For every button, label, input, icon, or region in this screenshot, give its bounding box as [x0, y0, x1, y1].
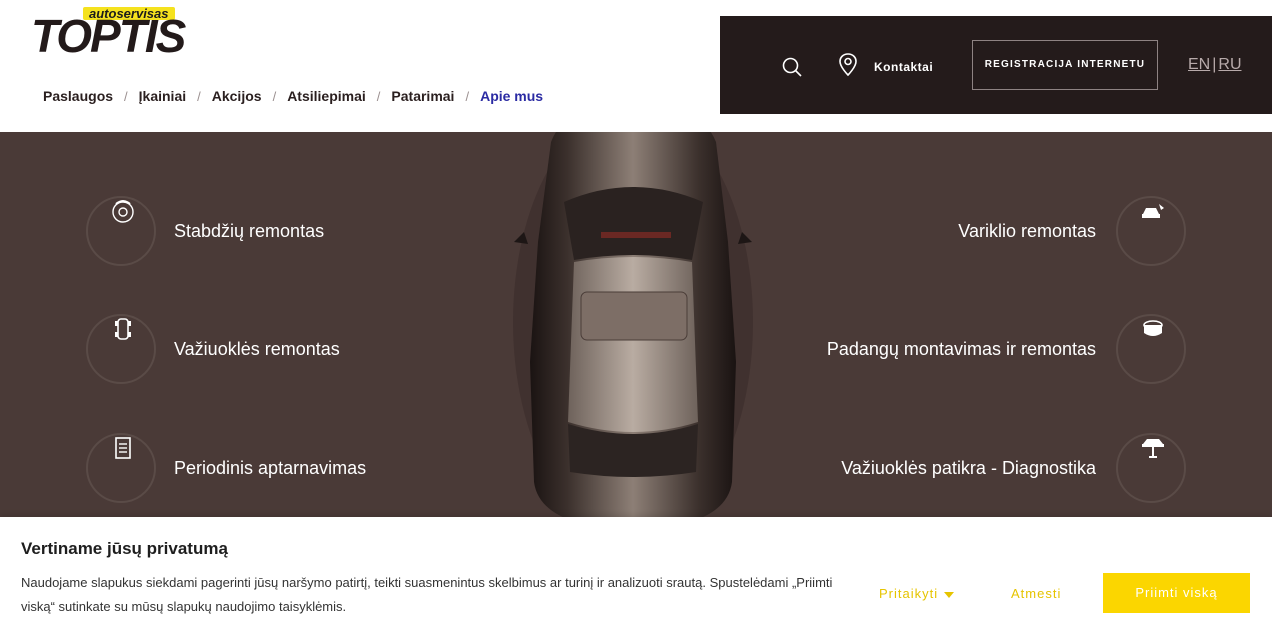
nav-item-ikainiai[interactable]: Įkainiai — [139, 88, 186, 104]
checklist-icon — [115, 437, 131, 459]
nav-separator: / — [376, 88, 381, 104]
brake-disc-icon — [112, 200, 134, 223]
cookie-accept-all-button[interactable]: Priimti viską — [1103, 573, 1250, 613]
service-label: Variklio remontas — [958, 221, 1096, 241]
service-icon-ring — [1116, 196, 1186, 266]
service-label: Padangų montavimas ir remontas — [826, 339, 1096, 359]
service-label: Važiuoklės remontas — [174, 339, 340, 359]
services-hero: Stabdžių remontas Važiuoklės remontas Pe… — [0, 132, 1272, 517]
nav-item-atsiliepimai[interactable]: Atsiliepimai — [287, 88, 366, 104]
language-switcher: EN | RU — [1188, 56, 1242, 74]
cookie-reject-button[interactable]: Atmesti — [1011, 586, 1061, 602]
nav-separator: / — [272, 88, 277, 104]
nav-separator: / — [197, 88, 201, 104]
lang-separator: | — [1212, 56, 1217, 73]
search-icon[interactable] — [782, 57, 802, 77]
service-icon-ring — [86, 196, 156, 266]
service-label: Periodinis aptarnavimas — [174, 458, 367, 478]
lang-ru-link[interactable]: RU — [1218, 56, 1241, 73]
nav-item-akcijos[interactable]: Akcijos — [212, 88, 262, 104]
logo[interactable]: autoservisas TOPTIS — [31, 7, 226, 59]
nav-item-apie-mus[interactable]: Apie mus — [480, 88, 543, 104]
service-icon-ring — [86, 314, 156, 384]
nav-item-paslaugos[interactable]: Paslaugos — [43, 88, 113, 104]
cookie-customize-label: Pritaikyti — [879, 586, 939, 601]
service-chassis-diagnostics[interactable]: Važiuoklės patikra - Diagnostika — [841, 433, 1186, 503]
cookie-title: Vertiname jūsų privatumą — [21, 539, 228, 558]
service-engine-repair[interactable]: Variklio remontas — [958, 196, 1186, 266]
logo-wordmark: TOPTIS — [31, 10, 186, 62]
service-icon-ring — [86, 433, 156, 503]
chassis-icon — [115, 318, 131, 340]
main-nav: Paslaugos / Įkainiai / Akcijos / Atsilie… — [43, 88, 543, 104]
nav-separator: / — [124, 88, 128, 104]
engine-car-icon — [1142, 204, 1164, 218]
service-icon-ring — [1116, 433, 1186, 503]
nav-item-patarimai[interactable]: Patarimai — [391, 88, 454, 104]
service-tire-mounting[interactable]: Padangų montavimas ir remontas — [827, 314, 1186, 384]
service-icon-ring — [1116, 314, 1186, 384]
contacts-link[interactable]: Kontaktai — [874, 60, 933, 74]
cookie-consent-banner: Vertiname jūsų privatumą Naudojame slapu… — [0, 517, 1272, 634]
map-pin-icon[interactable] — [838, 53, 858, 77]
nav-separator: / — [465, 88, 470, 104]
service-brake-repair[interactable]: Stabdžių remontas — [86, 196, 324, 266]
lang-en-link[interactable]: EN — [1188, 56, 1210, 73]
service-chassis-repair[interactable]: Važiuoklės remontas — [86, 314, 340, 384]
tire-icon — [1143, 320, 1163, 336]
car-top-view-image — [513, 132, 753, 517]
service-label: Stabdžių remontas — [174, 221, 325, 241]
car-lift-icon — [1142, 439, 1164, 458]
chevron-down-icon — [944, 591, 955, 598]
online-registration-button[interactable]: REGISTRACIJA INTERNETU — [972, 40, 1158, 90]
cookie-text: Naudojame slapukus siekdami pagerinti jū… — [21, 575, 833, 614]
header-topbar: Kontaktai REGISTRACIJA INTERNETU EN | RU — [720, 16, 1272, 114]
service-periodic-maintenance[interactable]: Periodinis aptarnavimas — [86, 433, 366, 503]
service-label: Važiuoklės patikra - Diagnostika — [841, 458, 1096, 478]
cookie-customize-button[interactable]: Pritaikyti — [879, 586, 955, 602]
